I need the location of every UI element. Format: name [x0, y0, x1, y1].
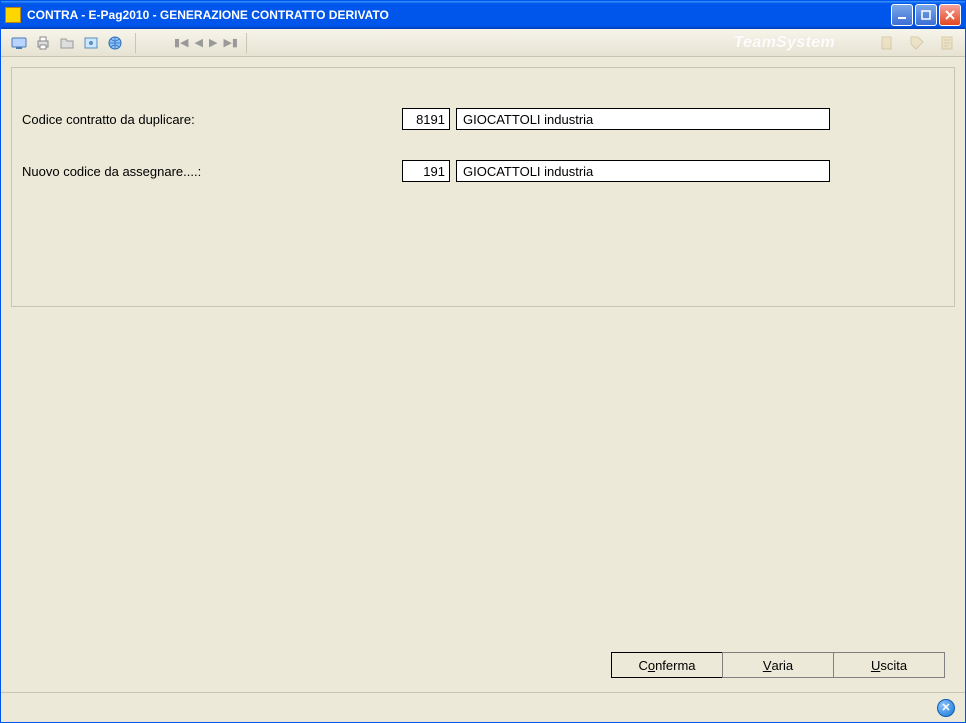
nav-group: ▮◀ ◀ ▶ ▶▮ — [174, 36, 238, 49]
nav-next-icon[interactable]: ▶ — [209, 36, 217, 49]
window-controls — [891, 4, 961, 26]
maximize-icon — [921, 10, 931, 20]
settings-icon[interactable] — [81, 33, 101, 53]
content-area: Codice contratto da duplicare: Nuovo cod… — [1, 57, 965, 692]
input-nuovo-codice[interactable] — [402, 160, 450, 182]
row-codice-duplicare: Codice contratto da duplicare: — [22, 108, 944, 130]
input-desc-duplicare[interactable] — [456, 108, 830, 130]
input-desc-nuovo[interactable] — [456, 160, 830, 182]
app-window: CONTRA - E-Pag2010 - GENERAZIONE CONTRAT… — [0, 0, 966, 723]
toolbar-right-icons — [875, 33, 959, 53]
brand-logo: TeamSystem — [734, 34, 835, 52]
window-title: CONTRA - E-Pag2010 - GENERAZIONE CONTRAT… — [27, 8, 891, 22]
nav-last-icon[interactable]: ▶▮ — [223, 36, 238, 49]
nav-first-icon[interactable]: ▮◀ — [174, 36, 189, 49]
minimize-button[interactable] — [891, 4, 913, 26]
form-panel: Codice contratto da duplicare: Nuovo cod… — [11, 67, 955, 307]
titlebar: CONTRA - E-Pag2010 - GENERAZIONE CONTRAT… — [1, 1, 965, 29]
input-codice-duplicare[interactable] — [402, 108, 450, 130]
varia-button[interactable]: Varia — [722, 652, 834, 678]
print-icon[interactable] — [33, 33, 53, 53]
row-nuovo-codice: Nuovo codice da assegnare....: — [22, 160, 944, 182]
label-codice-duplicare: Codice contratto da duplicare: — [22, 112, 402, 127]
nav-prev-icon[interactable]: ◀ — [195, 36, 203, 49]
tag-icon[interactable] — [907, 33, 927, 53]
uscita-button[interactable]: Uscita — [833, 652, 945, 678]
label-nuovo-codice: Nuovo codice da assegnare....: — [22, 164, 402, 179]
maximize-button[interactable] — [915, 4, 937, 26]
button-bar: Conferma Varia Uscita — [11, 644, 955, 682]
globe-icon[interactable] — [105, 33, 125, 53]
status-close-icon[interactable]: ✕ — [937, 699, 955, 717]
minimize-icon — [897, 10, 907, 20]
toolbar-separator-2 — [246, 33, 247, 53]
close-icon — [945, 10, 955, 20]
close-button[interactable] — [939, 4, 961, 26]
spacer — [11, 307, 955, 644]
app-icon — [5, 7, 21, 23]
toolbar: ▮◀ ◀ ▶ ▶▮ TeamSystem — [1, 29, 965, 57]
screen-icon[interactable] — [9, 33, 29, 53]
conferma-button[interactable]: Conferma — [611, 652, 723, 678]
toolbar-separator — [135, 33, 136, 53]
folder-icon[interactable] — [57, 33, 77, 53]
statusbar: ✕ — [1, 692, 965, 722]
note-icon[interactable] — [937, 33, 957, 53]
doc-icon[interactable] — [877, 33, 897, 53]
